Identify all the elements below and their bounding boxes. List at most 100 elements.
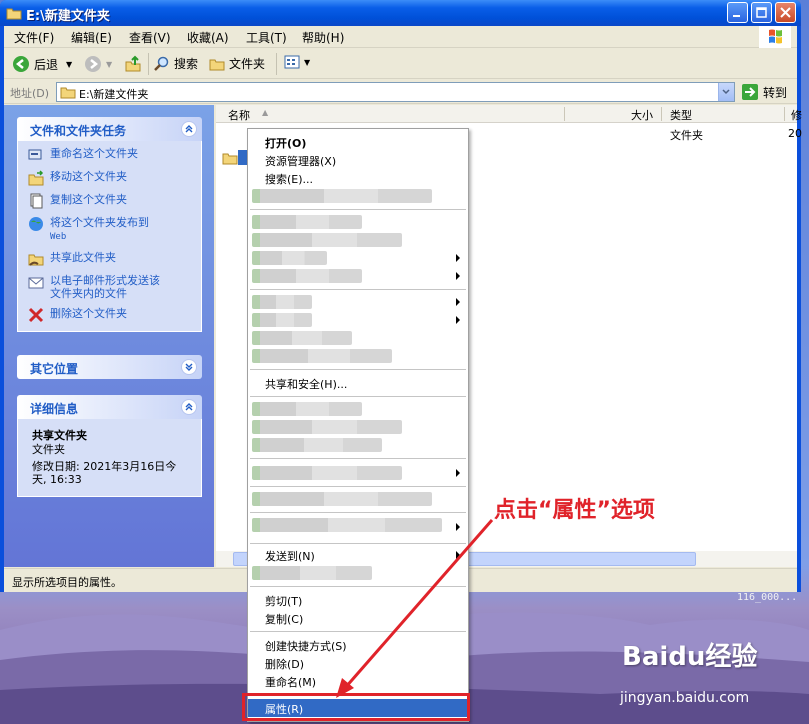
windows-logo <box>759 26 791 48</box>
menu-file[interactable]: 文件(F) <box>14 29 54 46</box>
delete-icon <box>28 307 44 323</box>
back-button[interactable]: 后退 ▼ <box>12 55 72 73</box>
column-size[interactable]: 大小 <box>631 107 653 123</box>
maximize-button[interactable] <box>751 2 772 23</box>
task-copy[interactable]: 复制这个文件夹 <box>28 193 195 209</box>
views-button[interactable]: ▼ <box>284 55 310 69</box>
globe-icon <box>29 217 43 231</box>
dropdown-arrow-icon: ▼ <box>66 59 73 69</box>
blurred-menu-item <box>252 313 312 327</box>
blurred-menu-item <box>252 466 402 480</box>
details-body: 共享文件夹 文件夹 修改日期: 2021年3月16日今 天, 16:33 <box>17 419 202 497</box>
go-button[interactable]: 转到 <box>741 83 787 101</box>
properties-highlight-box <box>242 693 470 721</box>
folder-icon <box>209 59 225 70</box>
column-name[interactable]: 名称 <box>228 107 250 123</box>
task-rename[interactable]: 重命名这个文件夹 <box>28 147 195 163</box>
address-input[interactable]: E:\新建文件夹 <box>56 82 735 102</box>
sort-ascending-icon: ▲ <box>262 108 269 117</box>
menu-search[interactable]: 搜索(E)... <box>265 171 313 187</box>
forward-button[interactable]: ▼ <box>84 55 112 73</box>
other-places-header[interactable]: 其它位置 <box>17 355 202 379</box>
search-label: 搜索 <box>174 57 199 71</box>
submenu-arrow-icon <box>456 316 460 324</box>
menu-rename[interactable]: 重命名(M) <box>265 674 316 690</box>
blurred-menu-item <box>252 349 392 363</box>
column-header: 名称 ▲ 大小 类型 修 <box>216 105 802 123</box>
shared-folder-icon <box>222 153 238 165</box>
menu-create-shortcut[interactable]: 创建快捷方式(S) <box>265 638 347 654</box>
blurred-menu-item <box>252 295 312 309</box>
tasks-panel-body: 重命名这个文件夹 移动这个文件夹 复制这个文件夹 将这个文件夹发布到 Web 共… <box>17 141 202 332</box>
blurred-menu-item <box>252 233 402 247</box>
blurred-menu-item <box>252 215 362 229</box>
task-delete[interactable]: 删除这个文件夹 <box>28 307 195 323</box>
submenu-arrow-icon <box>456 523 460 531</box>
task-label: 移动这个文件夹 <box>50 170 127 183</box>
address-label: 地址(D) <box>10 87 50 100</box>
task-email[interactable]: 以电子邮件形式发送该 文件夹内的文件 <box>28 274 195 300</box>
collapse-icon[interactable] <box>181 399 197 415</box>
folders-button[interactable]: 文件夹 <box>209 55 265 72</box>
dropdown-arrow-icon: ▼ <box>304 57 311 67</box>
status-text: 显示所选项目的属性。 <box>12 576 122 589</box>
menu-delete[interactable]: 删除(D) <box>265 656 304 672</box>
menu-help[interactable]: 帮助(H) <box>302 29 344 46</box>
task-label: 将这个文件夹发布到 <box>50 216 149 229</box>
close-button[interactable] <box>775 2 796 23</box>
task-publish-web[interactable]: 将这个文件夹发布到 Web <box>28 216 195 244</box>
menu-view[interactable]: 查看(V) <box>129 29 171 46</box>
annotation-text: 点击“属性”选项 <box>494 498 655 523</box>
rename-icon <box>28 149 42 160</box>
tasks-panel-header[interactable]: 文件和文件夹任务 <box>17 117 202 141</box>
minimize-icon <box>733 15 740 17</box>
move-folder-icon <box>28 170 44 186</box>
task-share[interactable]: 共享此文件夹 <box>28 251 195 267</box>
baidu-watermark-url: jingyan.baidu.com <box>620 690 750 706</box>
address-bar: 地址(D) E:\新建文件夹 转到 <box>4 80 797 104</box>
folder-icon <box>6 8 22 20</box>
menu-tools[interactable]: 工具(T) <box>246 29 287 46</box>
details-name: 共享文件夹 <box>32 429 87 442</box>
blurred-menu-item <box>252 402 362 416</box>
search-button[interactable]: 搜索 <box>154 55 198 72</box>
collapse-icon[interactable] <box>181 121 197 137</box>
blurred-menu-item <box>252 438 382 452</box>
details-header[interactable]: 详细信息 <box>17 395 202 419</box>
minimize-button[interactable] <box>727 2 748 23</box>
menu-cut[interactable]: 剪切(T) <box>265 593 302 609</box>
blurred-menu-item <box>252 269 362 283</box>
row-modified: 20 <box>788 127 802 140</box>
task-label: 共享此文件夹 <box>50 251 116 264</box>
blurred-menu-item <box>252 518 442 532</box>
menu-send-to[interactable]: 发送到(N) <box>265 548 315 564</box>
blurred-menu-item <box>252 566 372 580</box>
menu-copy[interactable]: 复制(C) <box>265 611 303 627</box>
details-type: 文件夹 <box>32 443 65 456</box>
menu-sharing-security[interactable]: 共享和安全(H)... <box>265 376 347 392</box>
blurred-menu-item <box>252 189 432 203</box>
address-dropdown[interactable] <box>718 83 734 101</box>
dropdown-arrow-icon: ▼ <box>106 59 113 69</box>
menu-explorer[interactable]: 资源管理器(X) <box>265 153 336 169</box>
task-sublabel: Web <box>50 232 67 242</box>
task-label: 复制这个文件夹 <box>50 193 127 206</box>
expand-icon[interactable] <box>181 359 197 375</box>
blurred-menu-item <box>252 492 432 506</box>
submenu-arrow-icon <box>456 272 460 280</box>
menu-edit[interactable]: 编辑(E) <box>71 29 112 46</box>
menu-open[interactable]: 打开(O) <box>265 135 306 151</box>
go-label: 转到 <box>763 85 788 100</box>
task-label: 以电子邮件形式发送该 <box>50 274 160 287</box>
task-move[interactable]: 移动这个文件夹 <box>28 170 195 186</box>
up-folder-icon <box>125 55 141 72</box>
title-bar[interactable]: E:\新建文件夹 <box>0 0 801 26</box>
column-modified[interactable]: 修 <box>791 107 802 123</box>
details-modified-line2: 天, 16:33 <box>32 473 82 486</box>
up-folder-button[interactable] <box>124 55 142 73</box>
row-type: 文件夹 <box>670 129 703 142</box>
column-type[interactable]: 类型 <box>670 107 692 123</box>
back-arrow-icon <box>13 56 29 72</box>
task-label: 删除这个文件夹 <box>50 307 127 320</box>
menu-favorites[interactable]: 收藏(A) <box>187 29 229 46</box>
